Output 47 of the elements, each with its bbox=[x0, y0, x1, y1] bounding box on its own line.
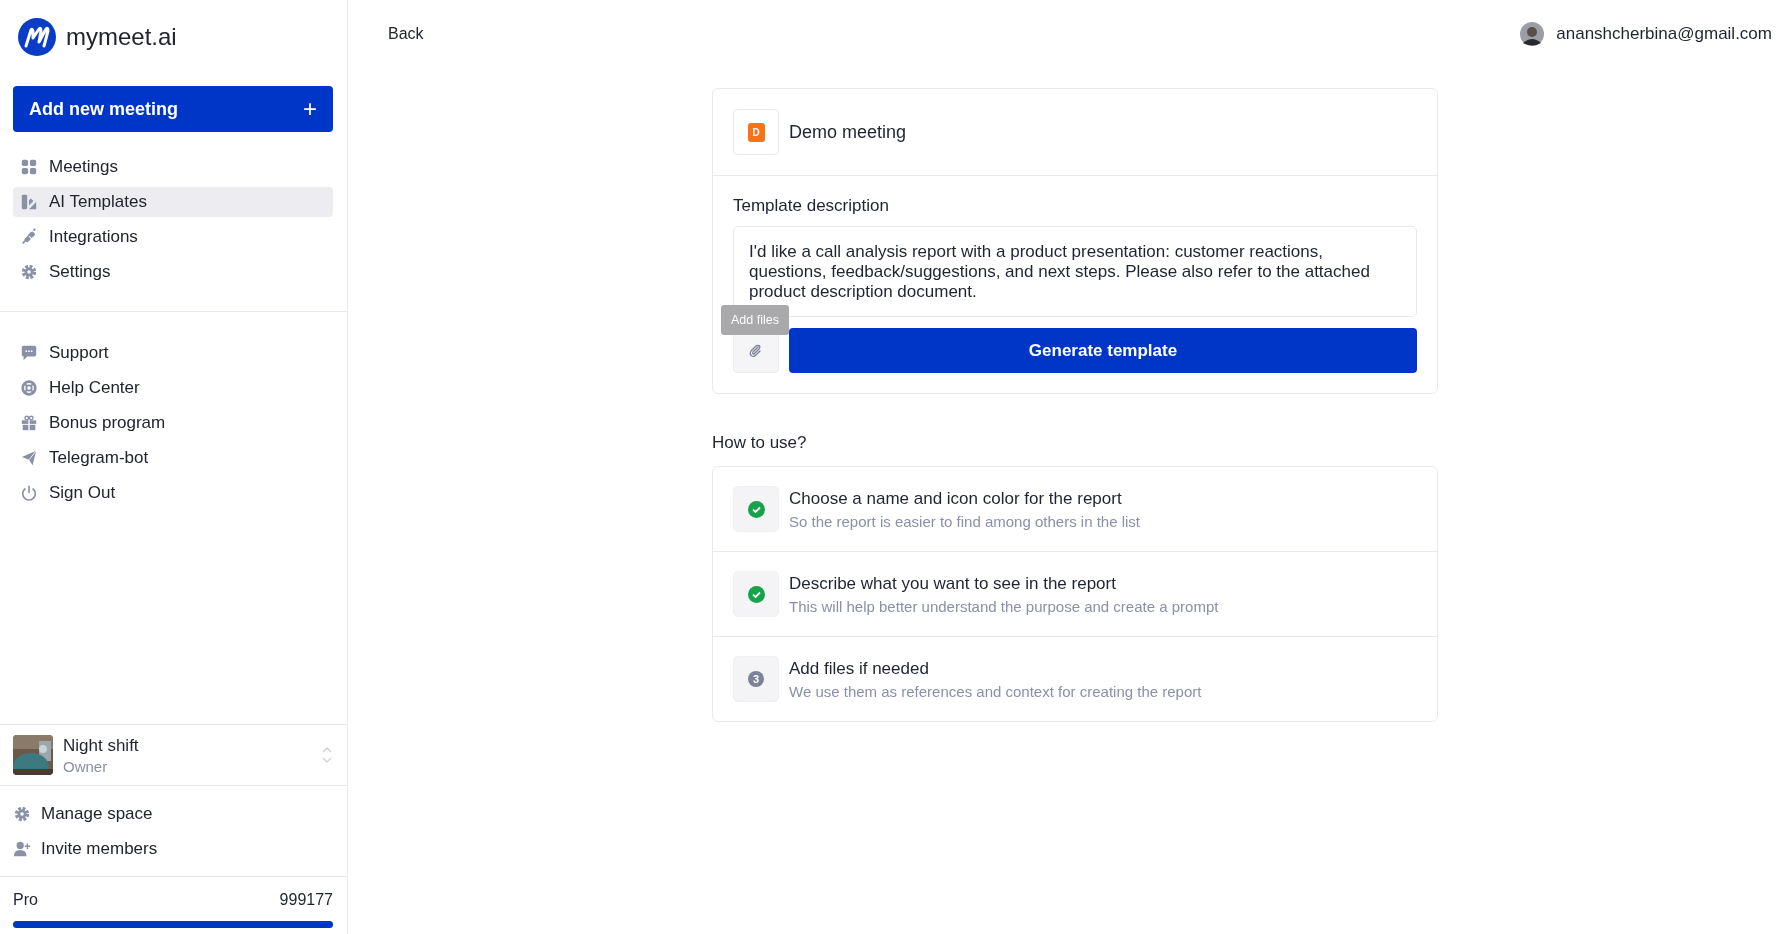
step-subtitle: So the report is easier to find among others in the list bbox=[789, 512, 1141, 530]
step-subtitle: We use them as references and context for creating the report bbox=[789, 682, 1202, 700]
menu-item[interactable]: Invite members bbox=[6, 831, 333, 866]
lifebuoy-icon bbox=[20, 379, 38, 397]
templates-icon bbox=[20, 193, 38, 211]
user-avatar bbox=[1520, 22, 1545, 46]
workspace-switcher[interactable]: Night shift Owner bbox=[0, 725, 347, 785]
plan-name: Pro bbox=[13, 891, 38, 909]
generate-template-button[interactable]: Generate template bbox=[789, 328, 1417, 373]
workspace-role: Owner bbox=[63, 757, 109, 775]
step-number: 3 bbox=[748, 671, 764, 687]
template-badge: D bbox=[747, 122, 765, 142]
nav-item[interactable]: Help Center bbox=[13, 373, 333, 403]
workspace-name: Night shift bbox=[63, 735, 139, 756]
field-label: Template description bbox=[733, 196, 890, 216]
logo-icon bbox=[18, 18, 56, 56]
nav-item[interactable]: Integrations bbox=[13, 222, 333, 252]
balance: 999177 bbox=[279, 891, 333, 909]
step-title: Add files if needed bbox=[789, 658, 930, 679]
nav-item[interactable]: Telegram-bot bbox=[13, 443, 333, 473]
user-plus-icon bbox=[13, 839, 31, 858]
back-link[interactable]: Back bbox=[388, 25, 424, 43]
nav-item[interactable]: Settings bbox=[13, 257, 333, 287]
chevron-up-down-icon bbox=[321, 746, 333, 764]
nav-item[interactable]: Sign Out bbox=[13, 478, 333, 508]
plane-icon bbox=[20, 449, 38, 467]
add-meeting-button[interactable]: Add new meeting + bbox=[13, 86, 333, 132]
menu-item[interactable]: Manage space bbox=[6, 796, 333, 831]
settings-icon bbox=[13, 804, 31, 823]
chat-icon bbox=[20, 344, 38, 362]
gift-icon bbox=[20, 414, 38, 432]
step-subtitle: This will help better understand the purpose and create a prompt bbox=[789, 597, 1219, 615]
power-icon bbox=[20, 484, 38, 502]
logo-text: mymeet.ai bbox=[66, 23, 177, 51]
nav-item[interactable]: AI Templates bbox=[13, 187, 333, 217]
nav-item[interactable]: Meetings bbox=[13, 152, 333, 182]
step-title: Describe what you want to see in the report bbox=[789, 573, 1117, 594]
tooltip: Add files bbox=[721, 305, 789, 335]
section-title: How to use? bbox=[712, 433, 808, 453]
grid-icon bbox=[20, 158, 38, 176]
settings-icon bbox=[20, 263, 38, 281]
user-email: ananshcherbina@gmail.com bbox=[1556, 24, 1772, 44]
template-name: Demo meeting bbox=[789, 121, 907, 143]
plug-icon bbox=[20, 228, 38, 246]
step-title: Choose a name and icon color for the report bbox=[789, 488, 1123, 509]
nav-item[interactable]: Support bbox=[13, 338, 333, 368]
nav-item[interactable]: Bonus program bbox=[13, 408, 333, 438]
